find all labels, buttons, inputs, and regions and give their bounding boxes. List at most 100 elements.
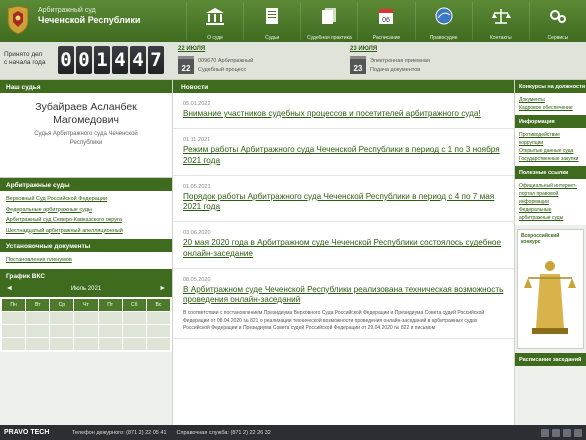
counter-digit: 4 — [130, 46, 146, 74]
counter-label-line1: Принято дел — [4, 51, 43, 58]
court-link[interactable]: Арбитражный суд Северо-Кавказского округ… — [6, 215, 166, 226]
calendar-cell[interactable] — [26, 324, 50, 337]
themis-banner[interactable]: Всероссийский конкурс — [517, 229, 584, 349]
nav-schedule[interactable]: 06 Расписание — [357, 2, 414, 41]
themis-statue-icon — [524, 261, 576, 334]
calendar-cell[interactable] — [122, 337, 146, 350]
court-link[interactable]: Верховный Суд Российской Федерации — [6, 194, 166, 205]
tray-icon[interactable] — [541, 428, 549, 437]
court-title[interactable]: Арбитражный суд Чеченской Республики — [38, 7, 140, 25]
calendar-cell[interactable] — [26, 311, 50, 324]
news-title-link[interactable]: Порядок работы Арбитражного суда Чеченск… — [183, 192, 504, 222]
tray-icon[interactable] — [563, 428, 571, 437]
event-line: Подача документов — [370, 67, 421, 73]
news-date: 08.05.2020 — [183, 276, 211, 283]
calendar-cell[interactable] — [146, 337, 170, 350]
practice-link[interactable]: Постановления пленумов — [6, 255, 166, 266]
calendar-cell[interactable] — [98, 337, 122, 350]
news-body: В соответствии с постановлением Президиу… — [183, 310, 485, 331]
weekday: Пт — [98, 298, 122, 311]
courts-section-title: Арбитражные суды — [0, 178, 172, 191]
counter-digit: 4 — [112, 46, 128, 74]
weekday: Пн — [2, 298, 26, 311]
papers-icon — [322, 8, 337, 24]
court-link[interactable]: Федеральные арбитражные суды — [6, 205, 166, 216]
right-link[interactable]: Кадровое обеспечение — [519, 104, 582, 112]
right-link[interactable]: Открытые данные суда — [519, 147, 582, 155]
calendar-cell[interactable] — [50, 311, 74, 324]
news-item: 05.01.2022 Внимание участников судебных … — [173, 93, 514, 130]
nav-practice[interactable]: Судебная практика — [300, 2, 357, 41]
calendar-cell[interactable] — [2, 337, 26, 350]
next-month-icon[interactable]: ► — [159, 285, 166, 292]
news-item: 01.11.2021 Режим работы Арбитражного суд… — [173, 129, 514, 176]
gears-icon — [549, 10, 566, 23]
nav-contacts[interactable]: Контакты — [471, 2, 529, 41]
right-link[interactable]: Федеральные арбитражные суды — [519, 206, 582, 222]
calendar-cell[interactable] — [74, 324, 98, 337]
calendar-grid: Пн Вт Ср Чт Пт Сб Вс — [0, 296, 172, 352]
nav-about[interactable]: О суде — [186, 2, 243, 41]
calendar-cell[interactable] — [50, 324, 74, 337]
calendar-cell[interactable] — [50, 337, 74, 350]
counter-label-line2: с начала года — [4, 59, 46, 67]
tray-icon[interactable] — [552, 428, 560, 437]
counter-digit: 0 — [58, 46, 74, 74]
calendar-cell[interactable] — [98, 324, 122, 337]
calendar-cell[interactable] — [74, 337, 98, 350]
nav-justice[interactable]: Правосудие — [414, 2, 472, 41]
news-column: Новости 05.01.2022 Внимание участников с… — [172, 80, 515, 425]
info-strip: Принято дел с начала года 0 0 1 4 4 7 22… — [0, 42, 586, 80]
news-date: 01.11.2021 — [183, 137, 211, 144]
nav-judges[interactable]: Судьи — [243, 2, 300, 41]
calendar-cell[interactable] — [74, 311, 98, 324]
news-date: 03.06.2020 — [183, 230, 211, 237]
calendar-cell[interactable] — [98, 311, 122, 324]
news-item: 03.06.2020 20 мая 2020 года в Арбитражно… — [173, 222, 514, 269]
event-line: 009670 Арбитражный — [198, 58, 254, 64]
event-block-2[interactable]: 23 ИЮЛЯ 23 Электронная приемная Подача д… — [350, 46, 510, 78]
useful-links-section-title: Полезные ссылки — [515, 166, 586, 179]
news-title-link[interactable]: Внимание участников судебных процессов и… — [183, 109, 504, 128]
calendar-cell[interactable] — [26, 337, 50, 350]
coat-of-arms-icon[interactable] — [5, 5, 31, 35]
weekday: Сб — [122, 298, 146, 311]
building-icon — [206, 8, 225, 25]
counter-label: Принято дел с начала года — [4, 51, 45, 68]
right-sidebar: Конкурсы на должности Документы Кадровое… — [515, 80, 586, 425]
vacancies-section-title: Конкурсы на должности — [515, 80, 586, 93]
svg-text:06: 06 — [383, 17, 391, 24]
calendar-cell[interactable] — [2, 311, 26, 324]
event-line: Судебный процесс — [198, 67, 247, 73]
tray-icon[interactable] — [574, 428, 582, 437]
judge-section-title: Наш судья — [0, 80, 172, 93]
event-date[interactable]: 22 ИЮЛЯ — [178, 46, 338, 52]
footer-tray — [541, 428, 586, 437]
case-counter: 0 0 1 4 4 7 — [58, 46, 164, 74]
weekday: Вс — [146, 298, 170, 311]
footer-phone-duty: Телефон дежурного: (871 2) 22 05 41 — [72, 429, 167, 436]
news-item: 01.05.2021 Порядок работы Арбитражного с… — [173, 176, 514, 223]
nav-judges-label: Судьи — [265, 35, 280, 41]
news-item: 08.05.2020 В Арбитражном суде Чеченской … — [173, 269, 514, 339]
news-title-link[interactable]: Режим работы Арбитражного суда Чеченской… — [183, 145, 504, 175]
right-link[interactable]: Государственные закупки — [519, 155, 582, 163]
counter-digit: 7 — [148, 46, 164, 74]
calendar-cell[interactable] — [146, 324, 170, 337]
news-title-link[interactable]: 20 мая 2020 года в Арбитражном суде Чече… — [183, 238, 504, 268]
event-line: Электронная приемная — [370, 58, 430, 64]
nav-services[interactable]: Сервисы — [528, 2, 586, 41]
calendar-month: Июль 2021 — [70, 285, 102, 292]
footer-brand[interactable]: PRAVO TECH — [0, 429, 72, 436]
right-link[interactable]: Противодействие коррупции — [519, 131, 582, 147]
calendar-cell[interactable] — [146, 311, 170, 324]
calendar-cell[interactable] — [122, 311, 146, 324]
right-link[interactable]: Официальный интернет-портал правовой инф… — [519, 182, 582, 206]
calendar-cell[interactable] — [2, 324, 26, 337]
event-block-1[interactable]: 22 ИЮЛЯ 22 009670 Арбитражный Судебный п… — [178, 46, 338, 78]
event-date[interactable]: 23 ИЮЛЯ — [350, 46, 510, 52]
judge-name-2: Магомедович — [53, 113, 119, 126]
calendar-cell[interactable] — [122, 324, 146, 337]
court-link[interactable]: Шестнадцатый арбитражный апелляционный — [6, 226, 166, 237]
right-link[interactable]: Документы — [519, 96, 582, 104]
